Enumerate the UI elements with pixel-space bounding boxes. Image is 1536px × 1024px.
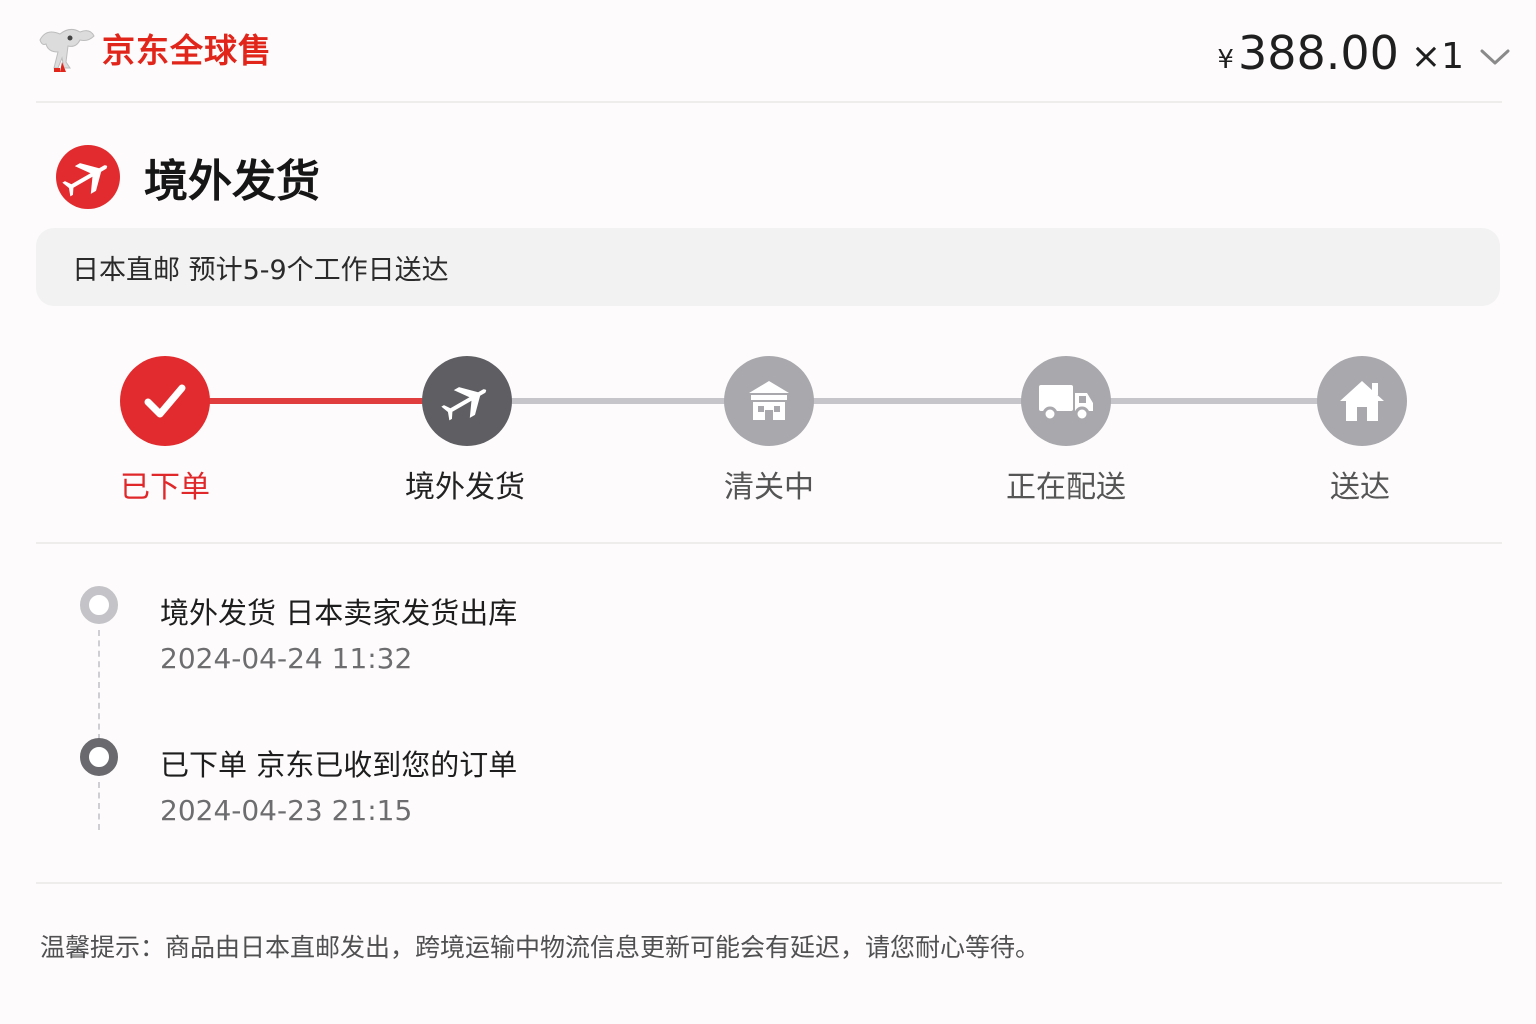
shipping-status-label: 境外发货 bbox=[144, 156, 320, 207]
divider bbox=[36, 542, 1502, 544]
brand: 京东全球售 bbox=[36, 22, 272, 74]
timeline-event-time: 2024-04-24 11:32 bbox=[160, 642, 413, 675]
timeline-dot-icon bbox=[80, 586, 118, 624]
progress-track-pending bbox=[467, 398, 1362, 404]
order-quantity: ×1 bbox=[1410, 35, 1464, 77]
shipping-progress: 已下单 境外发货 清关中 正在配送 送达 bbox=[0, 350, 1536, 510]
delivery-estimate-text: 日本直邮 预计5-9个工作日送达 bbox=[72, 255, 449, 286]
step-label-shipped-abroad: 境外发货 bbox=[405, 470, 525, 505]
timeline-connector bbox=[98, 630, 100, 740]
step-ordered bbox=[120, 356, 210, 446]
shipping-status-title: 境外发货 bbox=[56, 145, 320, 209]
step-delivered bbox=[1317, 356, 1407, 446]
step-delivering bbox=[1021, 356, 1111, 446]
jd-mascot-logo-icon bbox=[39, 28, 95, 72]
timeline-connector bbox=[98, 782, 100, 830]
timeline-dot-icon bbox=[80, 738, 118, 776]
customs-building-icon bbox=[749, 381, 789, 420]
divider bbox=[36, 882, 1502, 884]
airplane-icon bbox=[441, 387, 487, 421]
order-price: 388.00 bbox=[1237, 26, 1399, 80]
house-icon bbox=[1340, 381, 1384, 421]
tracking-timeline: 境外发货 日本卖家发货出库 2024-04-24 11:32 已下单 京东已收到… bbox=[0, 570, 1536, 860]
truck-icon bbox=[1039, 385, 1093, 422]
order-price-summary[interactable]: ¥ 388.00 ×1 bbox=[1217, 26, 1510, 80]
step-label-delivered: 送达 bbox=[1330, 470, 1390, 505]
timeline-event-title: 已下单 京东已收到您的订单 bbox=[160, 748, 518, 782]
timeline-event-title: 境外发货 日本卖家发货出库 bbox=[160, 596, 518, 630]
divider bbox=[36, 101, 1502, 103]
timeline-event-time: 2024-04-23 21:15 bbox=[160, 794, 413, 827]
delivery-estimate-box: 日本直邮 预计5-9个工作日送达 bbox=[36, 228, 1500, 306]
order-header: 京东全球售 ¥ 388.00 ×1 bbox=[0, 0, 1536, 104]
shipping-tip: 温馨提示：商品由日本直邮发出，跨境运输中物流信息更新可能会有延迟，请您耐心等待。 bbox=[40, 933, 1041, 962]
step-label-ordered: 已下单 bbox=[120, 470, 210, 505]
step-label-delivering: 正在配送 bbox=[1006, 470, 1126, 505]
airplane-badge-icon bbox=[56, 145, 120, 209]
step-shipped-abroad bbox=[422, 356, 512, 446]
step-label-customs: 清关中 bbox=[724, 470, 814, 505]
chevron-down-icon[interactable] bbox=[1480, 47, 1510, 67]
brand-name: 京东全球售 bbox=[102, 31, 272, 70]
check-icon bbox=[144, 384, 186, 418]
currency-symbol: ¥ bbox=[1217, 45, 1234, 75]
step-customs bbox=[724, 356, 814, 446]
